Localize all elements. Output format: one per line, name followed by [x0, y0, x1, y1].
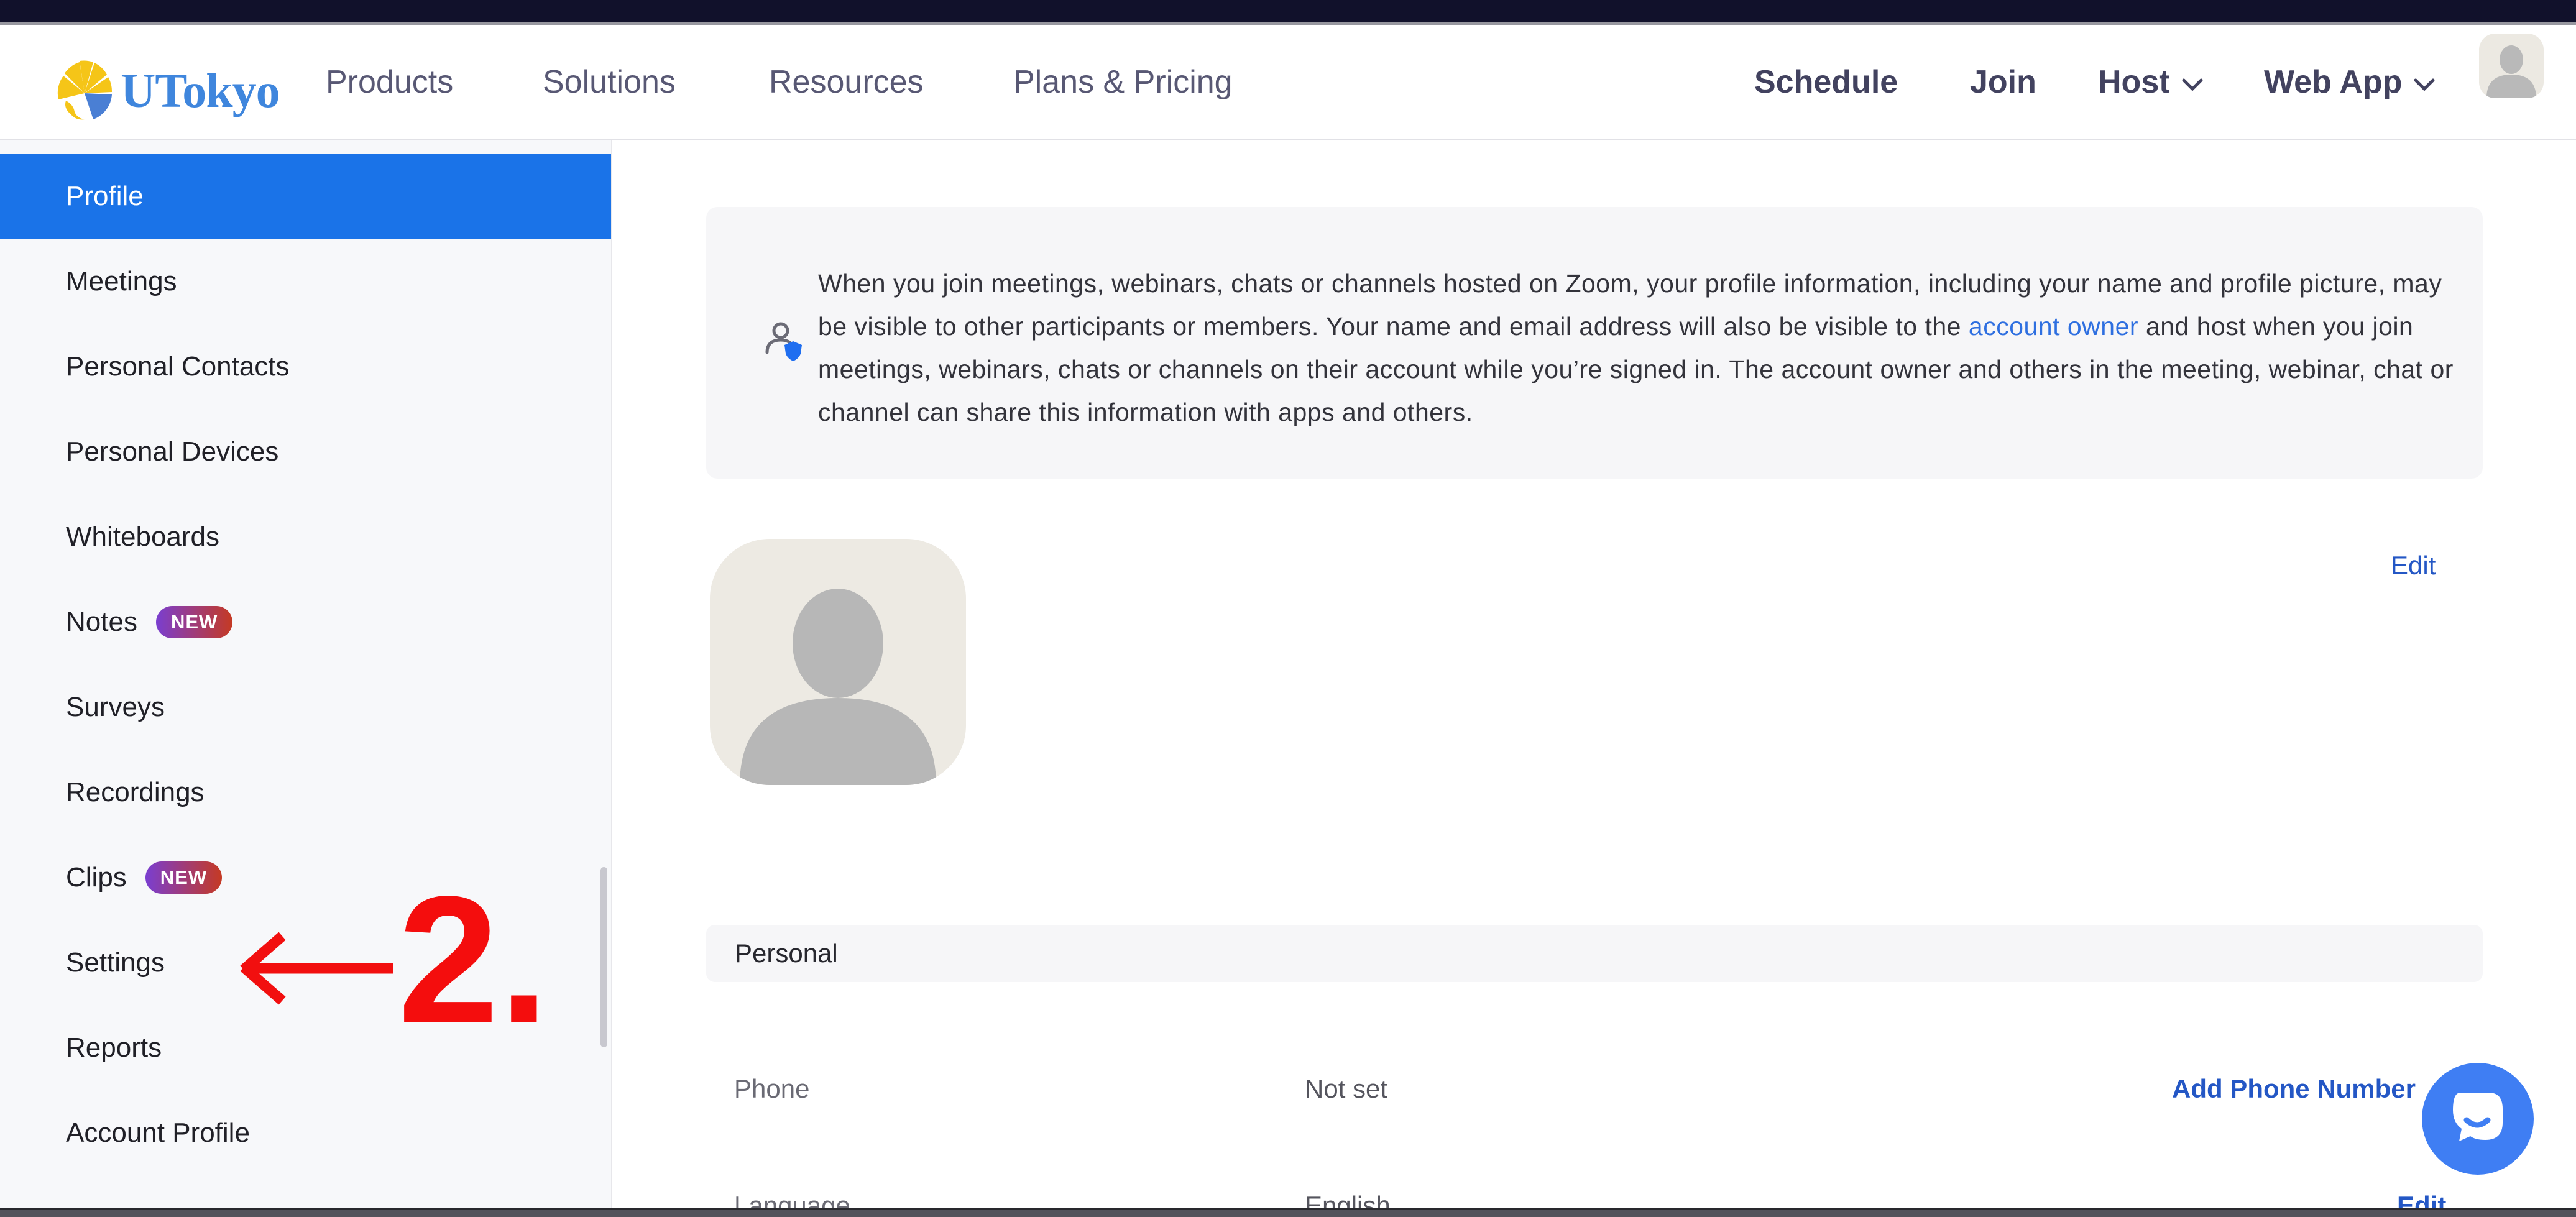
nav-plans-pricing[interactable]: Plans & Pricing: [1013, 25, 1233, 139]
nav-web-app[interactable]: Web App: [2264, 25, 2436, 139]
user-avatar[interactable]: [2479, 34, 2544, 98]
privacy-notice-box: When you join meetings, webinars, chats …: [706, 207, 2483, 479]
account-owner-link[interactable]: account owner: [1969, 312, 2138, 341]
sidebar-item-surveys[interactable]: Surveys: [0, 664, 611, 750]
utokyo-logo[interactable]: UTokyo: [52, 55, 280, 126]
user-shield-icon: [763, 320, 804, 364]
new-badge: NEW: [145, 861, 222, 894]
nav-products[interactable]: Products: [326, 25, 453, 139]
support-chat-button[interactable]: [2422, 1063, 2534, 1175]
profile-edit-link[interactable]: Edit: [2391, 551, 2436, 581]
chat-bubble-icon: [2448, 1088, 2508, 1150]
nav-solutions[interactable]: Solutions: [543, 25, 676, 139]
nav-schedule[interactable]: Schedule: [1754, 25, 1898, 139]
sidebar-item-meetings[interactable]: Meetings: [0, 239, 611, 324]
personal-section-header: Personal: [706, 925, 2483, 982]
new-badge: NEW: [156, 606, 232, 638]
nav-join[interactable]: Join: [1970, 25, 2036, 139]
sidebar-scrollbar[interactable]: [600, 867, 607, 1047]
sidebar-item-personal-contacts[interactable]: Personal Contacts: [0, 324, 611, 409]
browser-top-strip: [0, 0, 2576, 25]
annotation-arrow-icon: [235, 921, 403, 1014]
browser-bottom-strip: [0, 1208, 2576, 1217]
sidebar-item-account-profile[interactable]: Account Profile: [0, 1090, 611, 1175]
annotation-step-number: 2.: [398, 869, 550, 1050]
chevron-down-icon: [2413, 77, 2436, 92]
sidebar-item-profile[interactable]: Profile: [0, 154, 611, 239]
chevron-down-icon: [2181, 77, 2204, 92]
sidebar-item-whiteboards[interactable]: Whiteboards: [0, 494, 611, 579]
sidebar-item-notes[interactable]: NotesNEW: [0, 579, 611, 664]
sidebar-item-personal-devices[interactable]: Personal Devices: [0, 409, 611, 494]
top-navigation-bar: UTokyo Products Solutions Resources Plan…: [0, 25, 2576, 140]
privacy-notice-text: When you join meetings, webinars, chats …: [818, 262, 2464, 434]
zoom-web-portal: UTokyo Products Solutions Resources Plan…: [0, 0, 2576, 1217]
nav-resources[interactable]: Resources: [769, 25, 924, 139]
nav-host[interactable]: Host: [2098, 25, 2204, 139]
ginkgo-leaf-icon: [52, 55, 117, 126]
logo-wordmark: UTokyo: [121, 63, 280, 119]
add-phone-number-link[interactable]: Add Phone Number: [2172, 1074, 2416, 1104]
sidebar-item-recordings[interactable]: Recordings: [0, 750, 611, 835]
phone-label: Phone: [734, 1074, 809, 1104]
phone-value: Not set: [1305, 1074, 1387, 1104]
profile-picture-placeholder[interactable]: [710, 539, 966, 785]
section-title: Personal: [735, 939, 838, 968]
